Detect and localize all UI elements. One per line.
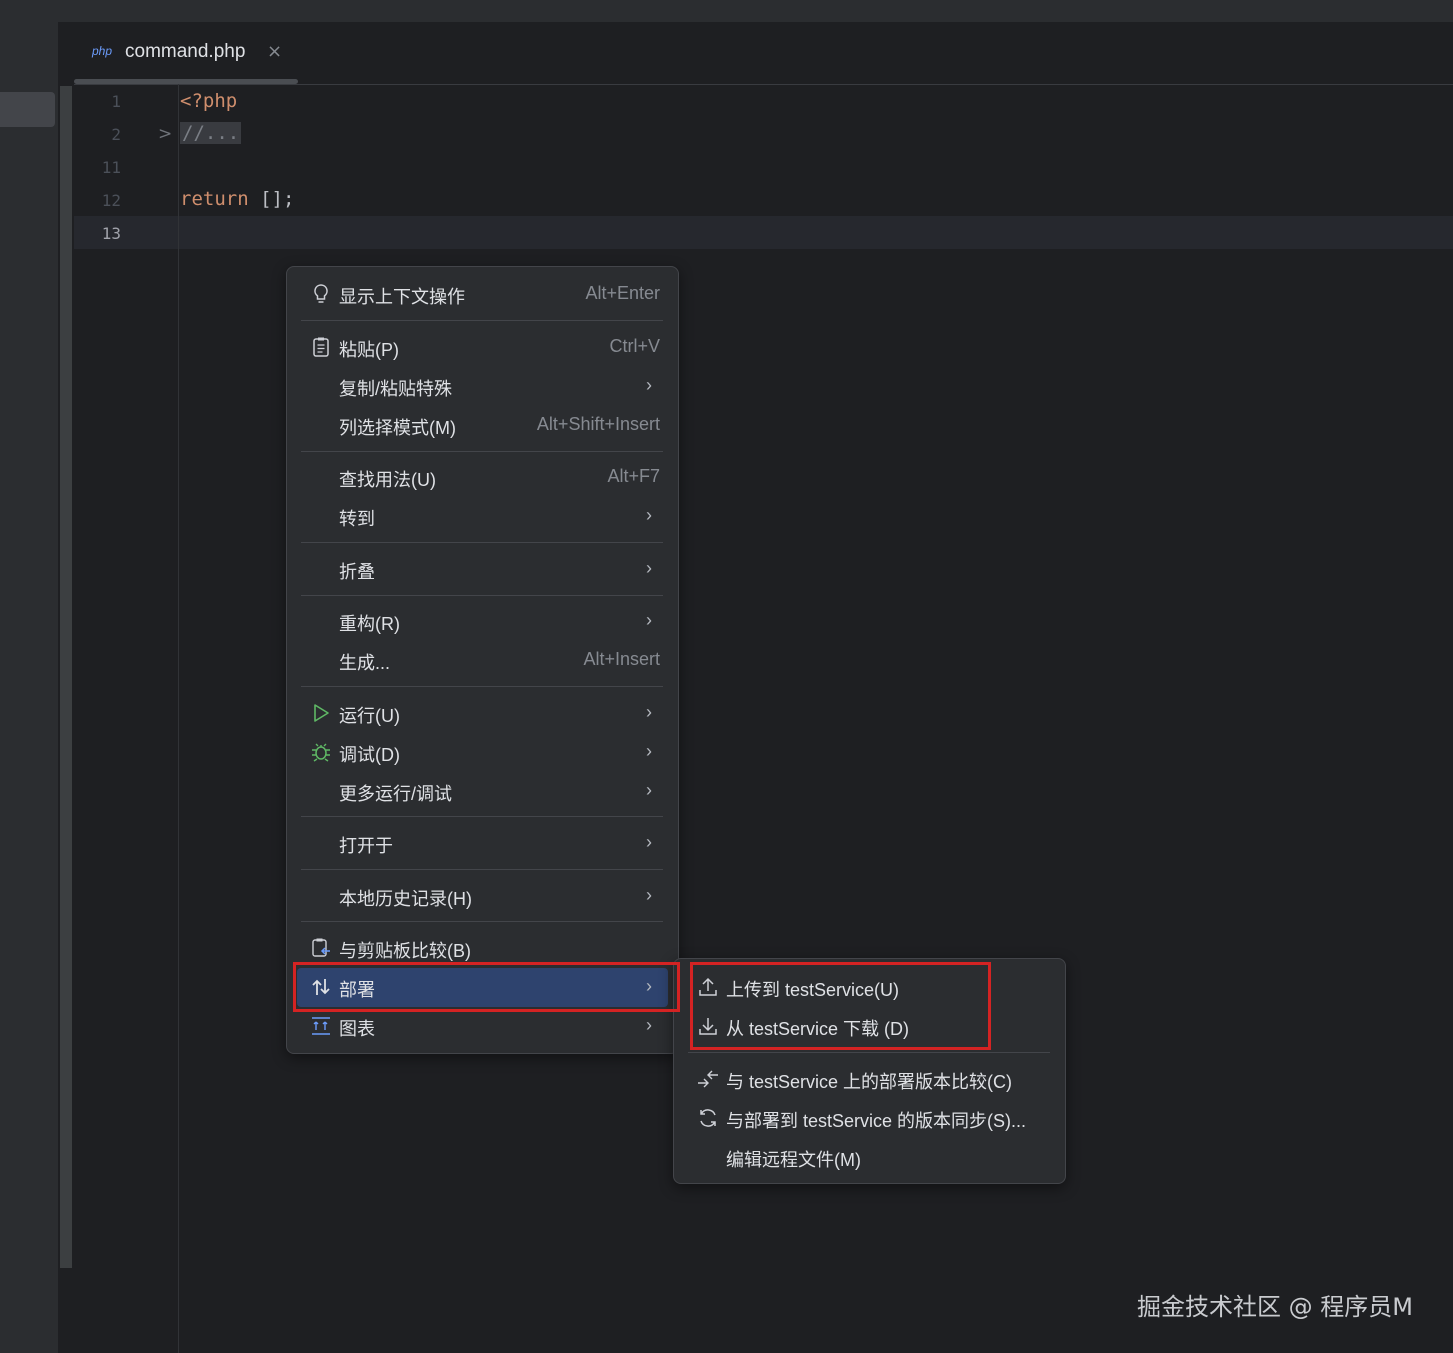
editor-tab-bar: php command.php × [74, 22, 1453, 85]
menu-separator [301, 320, 663, 321]
clipboard-icon [313, 337, 329, 357]
code-folded-region[interactable]: //... [180, 122, 242, 144]
chevron-right-icon: › [646, 375, 652, 395]
run-icon [314, 704, 329, 722]
submenu-item-sync[interactable]: 与部署到 testService 的版本同步(S)... [674, 1099, 1065, 1138]
line-number-gutter [74, 84, 179, 1353]
window-top-bar [0, 0, 1453, 23]
menu-separator [301, 542, 663, 543]
tool-strip-selected[interactable] [0, 92, 55, 127]
annotation-box-upload-download [690, 962, 991, 1050]
menu-item-label: 调试(D) [339, 745, 400, 765]
chevron-right-icon: › [646, 780, 652, 800]
chevron-right-icon: › [646, 505, 652, 525]
chevron-right-icon: › [646, 885, 652, 905]
line-number: 1 [111, 92, 121, 111]
line-number-current: 13 [101, 224, 121, 243]
menu-item-label: 显示上下文操作 [339, 287, 465, 307]
menu-item-copy-paste-special[interactable]: 复制/粘贴特殊 › [287, 367, 678, 406]
menu-item-shortcut: Alt+Insert [583, 649, 660, 669]
menu-item-shortcut: Ctrl+V [609, 336, 660, 356]
chevron-right-icon: › [646, 1015, 652, 1035]
submenu-item-label: 与部署到 testService 的版本同步(S)... [726, 1111, 1027, 1131]
annotation-box-deploy [293, 962, 680, 1012]
code-return-keyword: return [180, 188, 249, 210]
menu-separator [301, 921, 663, 922]
menu-item-label: 查找用法(U) [339, 470, 436, 490]
menu-item-label: 生成... [339, 653, 391, 673]
line-number: 12 [101, 191, 121, 210]
fold-expand-icon[interactable]: > [158, 124, 172, 144]
menu-separator [301, 869, 663, 870]
menu-item-label: 打开于 [339, 836, 393, 856]
line-number: 11 [101, 158, 121, 177]
menu-item-refactor[interactable]: 重构(R) › [287, 602, 678, 641]
menu-item-label: 折叠 [339, 562, 375, 582]
chevron-right-icon: › [646, 741, 652, 761]
compare-clipboard-icon [312, 938, 330, 957]
close-icon[interactable]: × [267, 41, 282, 62]
submenu-item-label: 编辑远程文件(M) [726, 1150, 861, 1170]
watermark-text: 掘金技术社区 @ 程序员M [1137, 1293, 1413, 1321]
current-line-highlight [74, 216, 1453, 249]
menu-item-shortcut: Alt+Enter [585, 283, 660, 303]
menu-separator [301, 686, 663, 687]
tab-file-name: command.php [125, 41, 246, 62]
lightbulb-icon [314, 284, 328, 303]
menu-item-open-in[interactable]: 打开于 › [287, 824, 678, 863]
diagram-icon [312, 1017, 330, 1035]
menu-item-paste[interactable]: 粘贴(P) Ctrl+V [287, 328, 678, 367]
compare-icon [698, 1070, 718, 1088]
code-return-line[interactable]: return []; [180, 188, 294, 210]
menu-separator [688, 1052, 1050, 1053]
menu-separator [301, 816, 663, 817]
menu-item-column-selection[interactable]: 列选择模式(M) Alt+Shift+Insert [287, 406, 678, 445]
sync-icon [700, 1109, 716, 1127]
tab-command-php[interactable]: php command.php × [74, 22, 298, 84]
menu-item-label: 列选择模式(M) [339, 418, 456, 438]
menu-item-label: 运行(U) [339, 706, 400, 726]
menu-item-label: 图表 [339, 1019, 375, 1039]
menu-item-goto[interactable]: 转到 › [287, 497, 678, 536]
menu-item-label: 重构(R) [339, 614, 400, 634]
menu-item-folding[interactable]: 折叠 › [287, 550, 678, 589]
chevron-right-icon: › [646, 832, 652, 852]
menu-item-local-history[interactable]: 本地历史记录(H) › [287, 877, 678, 916]
menu-item-run[interactable]: 运行(U) › [287, 694, 678, 733]
menu-item-find-usages[interactable]: 查找用法(U) Alt+F7 [287, 458, 678, 497]
debug-icon [312, 743, 330, 762]
code-php-open-tag[interactable]: <?php [180, 90, 237, 112]
vertical-scrollbar[interactable] [60, 86, 72, 1268]
php-file-icon: php [92, 44, 113, 58]
menu-item-more-run-debug[interactable]: 更多运行/调试 › [287, 772, 678, 811]
project-tool-strip [0, 22, 58, 1353]
menu-item-shortcut: Alt+F7 [607, 466, 660, 486]
menu-item-label: 与剪贴板比较(B) [339, 941, 471, 961]
menu-item-label: 转到 [339, 509, 375, 529]
submenu-item-edit-remote[interactable]: 编辑远程文件(M) [674, 1138, 1065, 1177]
code-return-value: []; [248, 188, 295, 210]
chevron-right-icon: › [646, 558, 652, 578]
menu-separator [301, 451, 663, 452]
chevron-right-icon: › [646, 702, 652, 722]
menu-item-label: 粘贴(P) [339, 340, 399, 360]
menu-item-debug[interactable]: 调试(D) › [287, 733, 678, 772]
submenu-item-label: 与 testService 上的部署版本比较(C) [726, 1072, 1013, 1092]
menu-item-show-context-actions[interactable]: 显示上下文操作 Alt+Enter [287, 275, 678, 314]
menu-item-shortcut: Alt+Shift+Insert [536, 414, 660, 434]
menu-item-label: 更多运行/调试 [339, 784, 453, 804]
editor-context-menu: 显示上下文操作 Alt+Enter 粘贴(P) Ctrl+V 复制/粘贴特殊 ›… [286, 266, 679, 1054]
submenu-item-compare-deployed[interactable]: 与 testService 上的部署版本比较(C) [674, 1060, 1065, 1099]
menu-item-label: 复制/粘贴特殊 [339, 379, 453, 399]
menu-item-label: 本地历史记录(H) [339, 889, 472, 909]
menu-item-generate[interactable]: 生成... Alt+Insert [287, 641, 678, 680]
menu-item-diagrams[interactable]: 图表 › [287, 1007, 678, 1046]
menu-separator [301, 595, 663, 596]
chevron-right-icon: › [646, 610, 652, 630]
line-number: 2 [111, 125, 121, 144]
